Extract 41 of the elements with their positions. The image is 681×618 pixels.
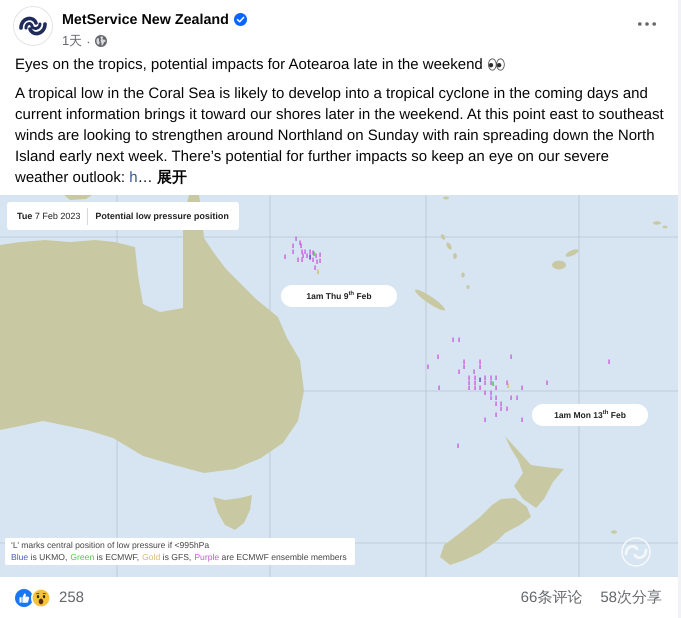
island-landmass [64,195,92,200]
map-title: Potential low pressure position [95,211,229,221]
map-date: Tue 7 Feb 2023 [17,211,80,221]
separator-dot: · [86,34,91,48]
time-label: 1am Thu 9$^{th}$ Feb [281,285,397,307]
island [611,530,617,534]
low-marker [309,254,311,259]
post-body: A tropical low in the Coral Sea is likely to develop into a tropical cyclone in the coming days and current information brings it toward our shores later in the weekend. At this point east to southeast winds are looking to strengthen around Northland on Sunday with rain spreading down the North Island early next week. There’s potential for further impacts so keep an eye on our severe weather outlook: h… 展开 [15,84,665,188]
island [552,260,566,270]
swirl-logo-icon [621,537,651,567]
legend-entry: Green is ECMWF, [70,552,140,562]
reaction-count[interactable]: 258 [59,589,84,606]
more-icon[interactable] [638,22,656,26]
post-time[interactable]: 1天 [62,32,82,50]
time-label: 1am Mon 13$^{th}$ Feb [532,404,648,426]
comment-count[interactable]: 66条评论 [520,588,582,607]
island [466,285,470,289]
wow-emoji-icon[interactable] [31,588,51,608]
like-icon[interactable] [15,588,33,606]
post-headline: Eyes on the tropics, potential impacts for Aotearoa late in the weekend [15,55,483,75]
share-count[interactable]: 58次分享 [600,588,662,607]
low-marker [313,252,315,256]
island [414,290,446,310]
logo-avatar-icon[interactable] [13,6,53,46]
truncated-link[interactable]: h [129,169,138,186]
legend-entry: Gold is GFS, [142,552,192,562]
island [461,272,465,278]
island [443,196,449,200]
eyes-icon [488,58,505,71]
island [566,249,578,257]
low-marker [507,384,509,388]
legend-note: ‘L’ marks central position of low pressure if <995hPa [11,540,210,552]
legend-entry: Purple are ECMWF ensemble members [194,552,347,562]
low-marker [317,270,319,274]
see-more-link[interactable]: 展开 [156,169,187,186]
low-marker [479,378,481,382]
low-marker [492,382,494,386]
island-landmass [213,495,252,530]
globe-icon [94,35,107,47]
author-name[interactable]: MetService New Zealand [62,12,229,28]
legend-entry: Blue is UKMO, [11,552,68,562]
